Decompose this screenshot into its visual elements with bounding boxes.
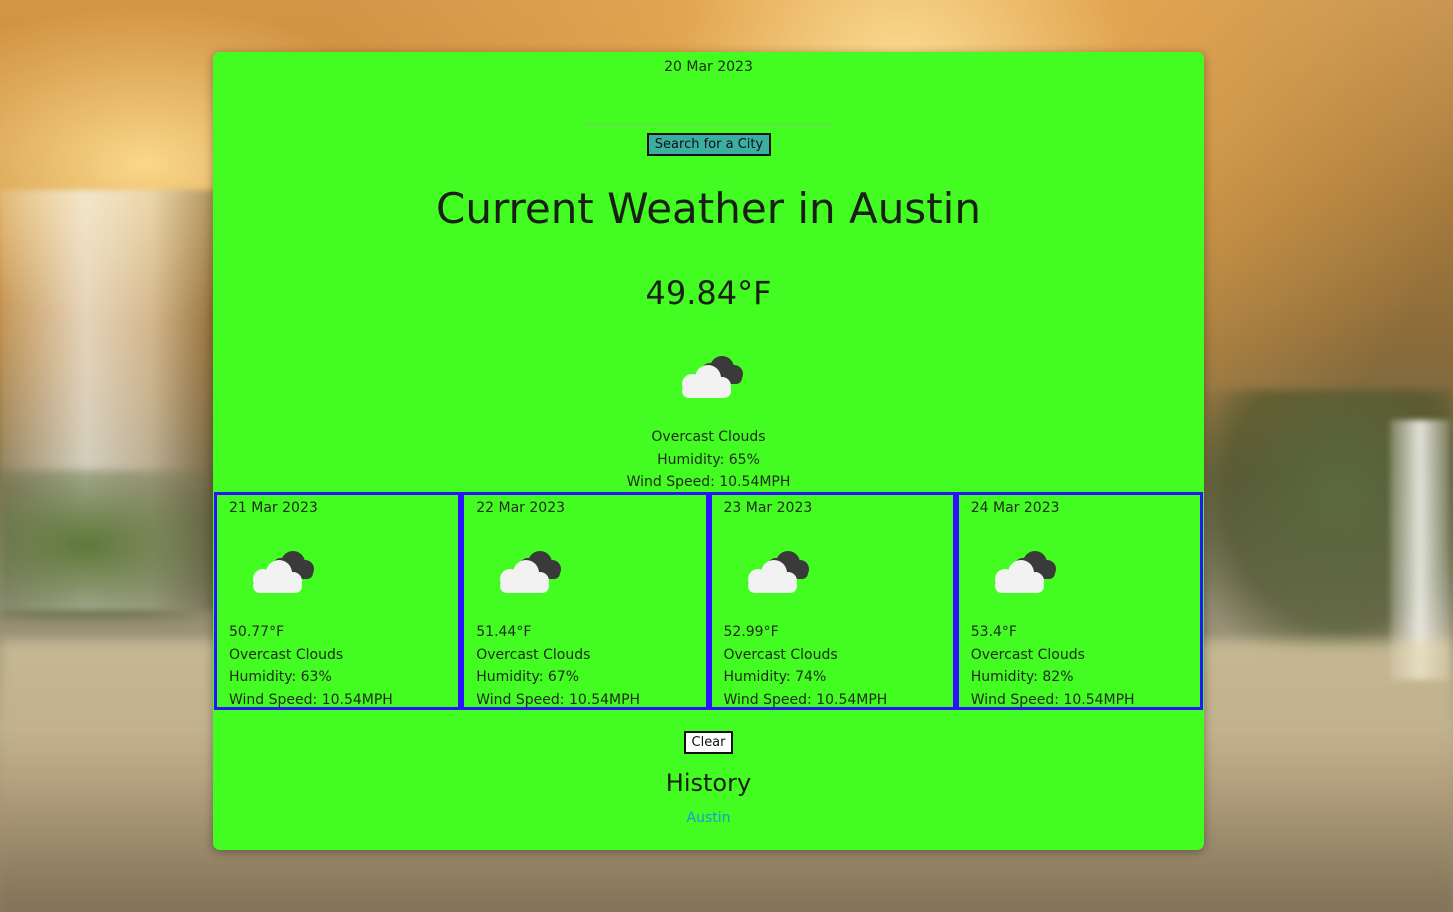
forecast-temperature: 50.77°F <box>229 624 285 640</box>
forecast-description: Overcast Clouds <box>723 646 838 663</box>
forecast-wind-speed: Wind Speed: 10.54MPH <box>970 691 1135 708</box>
overcast-clouds-icon <box>253 551 314 593</box>
forecast-description: Overcast Clouds <box>476 646 591 663</box>
forecast-card: 21 Mar 2023 50.77°F Overcast Clouds Humi… <box>214 492 462 710</box>
forecast-row: 21 Mar 2023 50.77°F Overcast Clouds Humi… <box>214 492 1203 710</box>
search-city-button[interactable]: Search for a City <box>647 133 771 156</box>
history-list: Austin <box>213 810 1204 826</box>
forecast-card: 22 Mar 2023 51.44°F Overcast Clouds Humi… <box>461 492 709 710</box>
forecast-description: Overcast Clouds <box>229 646 344 663</box>
forecast-wind-speed: Wind Speed: 10.54MPH <box>723 691 888 708</box>
forecast-date: 21 Mar 2023 <box>229 500 318 516</box>
current-description: Overcast Clouds <box>651 429 766 445</box>
weather-card: 20 Mar 2023 Search for a City Current We… <box>213 52 1204 850</box>
history-heading: History <box>665 769 752 797</box>
forecast-card: 24 Mar 2023 53.4°F Overcast Clouds Humid… <box>955 492 1203 710</box>
city-search-input[interactable] <box>584 110 832 125</box>
current-temperature: 49.84°F <box>645 274 772 312</box>
forecast-humidity: Humidity: 74% <box>723 669 827 685</box>
forecast-date: 22 Mar 2023 <box>476 500 566 516</box>
forecast-card: 23 Mar 2023 52.99°F Overcast Clouds Humi… <box>708 492 956 710</box>
background-waterfall-left <box>0 190 215 610</box>
forecast-wind-speed: Wind Speed: 10.54MPH <box>476 691 641 708</box>
forecast-temperature: 53.4°F <box>970 624 1017 640</box>
background-cliff-right <box>1205 390 1453 650</box>
forecast-temperature: 52.99°F <box>723 624 779 640</box>
page-title: Current Weather in Austin <box>436 184 981 233</box>
current-date: 20 Mar 2023 <box>664 59 753 75</box>
forecast-temperature: 51.44°F <box>476 624 532 640</box>
forecast-date: 23 Mar 2023 <box>723 500 813 516</box>
history-item-austin[interactable]: Austin <box>687 810 731 826</box>
overcast-clouds-icon <box>500 551 562 593</box>
forecast-humidity: Humidity: 63% <box>229 669 332 685</box>
overcast-clouds-icon <box>747 551 809 593</box>
overcast-clouds-icon <box>994 551 1056 593</box>
background-foliage-left <box>0 470 215 620</box>
forecast-humidity: Humidity: 67% <box>476 669 579 685</box>
forecast-description: Overcast Clouds <box>970 646 1085 663</box>
current-humidity: Humidity: 65% <box>657 451 760 468</box>
forecast-humidity: Humidity: 82% <box>970 669 1074 685</box>
overcast-clouds-icon <box>682 356 743 398</box>
current-wind-speed: Wind Speed: 10.54MPH <box>626 474 791 490</box>
clear-history-button[interactable]: Clear <box>684 731 733 754</box>
background-waterfall-right <box>1390 420 1450 680</box>
forecast-date: 24 Mar 2023 <box>970 500 1060 516</box>
forecast-wind-speed: Wind Speed: 10.54MPH <box>229 691 393 708</box>
current-details: Overcast Clouds Humidity: 65% Wind Speed… <box>213 426 1204 494</box>
